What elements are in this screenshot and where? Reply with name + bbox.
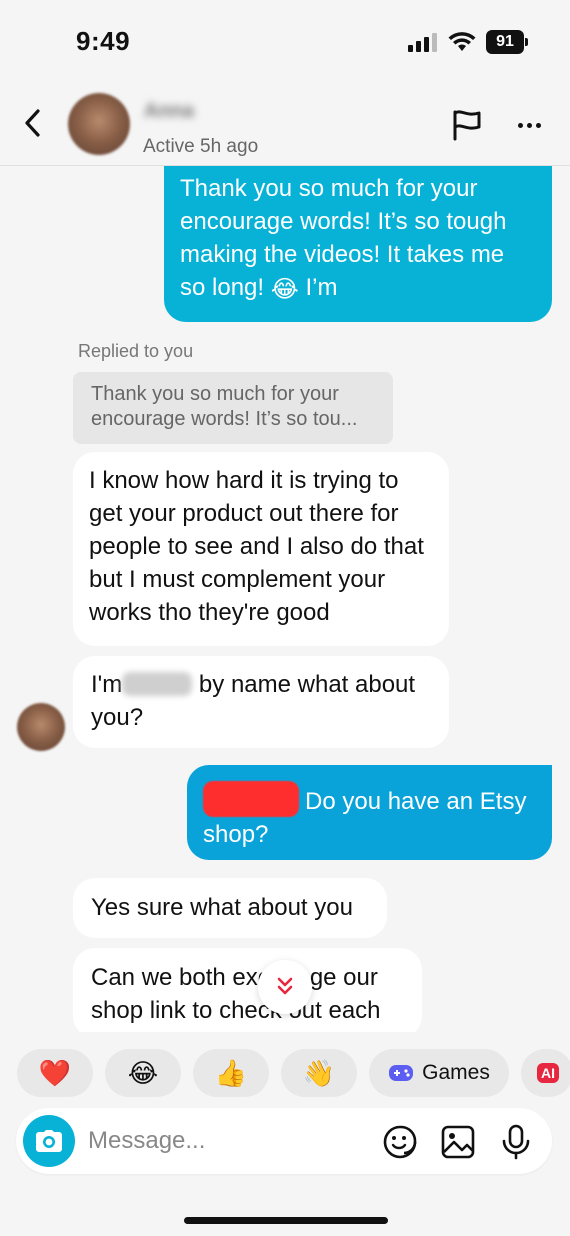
message-bubble-received[interactable]: I'm by name what about you? <box>73 656 449 748</box>
message-bubble-received[interactable]: Can we both exchange our shop link to ch… <box>73 948 422 1032</box>
message-bubble-received[interactable]: I know how hard it is trying to get your… <box>73 452 449 646</box>
thumbs-up-icon: 👍 <box>214 1057 248 1088</box>
sender-avatar[interactable] <box>17 703 65 751</box>
message-input[interactable] <box>88 1120 368 1162</box>
contact-status: Active 5h ago <box>143 136 259 157</box>
contact-name[interactable]: Anna <box>144 100 194 123</box>
sticker-button[interactable] <box>382 1124 418 1160</box>
chat-header: Anna Active 5h ago <box>0 80 570 166</box>
laughing-emoji-icon: 😂 <box>127 1057 159 1088</box>
ai-badge-icon: AI <box>537 1063 559 1083</box>
message-list[interactable]: Thank you so much for your encourage wor… <box>0 166 570 1032</box>
games-label: Games <box>422 1061 490 1084</box>
message-text: Yes sure what about you <box>91 894 353 921</box>
message-composer <box>16 1108 552 1174</box>
message-text: Can we both exchange our shop link to ch… <box>91 964 381 1024</box>
chevron-left-icon <box>25 109 40 137</box>
double-chevron-down-icon <box>277 977 293 995</box>
contact-avatar[interactable] <box>68 93 130 155</box>
message-text: I know how hard it is trying to get your… <box>89 467 424 626</box>
message-text: Thank you so much for your encourage wor… <box>180 175 507 301</box>
home-indicator <box>184 1217 388 1224</box>
status-icons: 91 <box>408 30 528 54</box>
battery-indicator: 91 <box>486 30 528 54</box>
gamepad-icon <box>389 1065 414 1081</box>
laughing-emoji-icon: 😂 <box>270 276 299 303</box>
flag-icon <box>453 110 481 141</box>
more-options-button[interactable] <box>512 110 546 140</box>
message-text: I'm <box>91 671 123 698</box>
cellular-signal-icon <box>408 33 437 52</box>
message-bubble-sent[interactable]: Thank you so much for your encourage wor… <box>164 166 552 322</box>
more-dot-icon <box>535 122 541 128</box>
ai-button[interactable]: AI <box>521 1049 570 1097</box>
quick-reactions-bar: ❤️ 😂 👍 👋 Games AI <box>17 1049 570 1097</box>
heart-icon: ❤️ <box>38 1057 72 1088</box>
message-bubble-sent[interactable]: Do you have an Etsy shop? <box>187 765 552 860</box>
message-text: I’m <box>305 274 338 301</box>
waving-hand-icon: 👋 <box>302 1057 336 1088</box>
more-dot-icon <box>526 122 532 128</box>
reaction-wave-button[interactable]: 👋 <box>281 1049 357 1097</box>
games-button[interactable]: Games <box>369 1049 509 1097</box>
more-dot-icon <box>517 122 523 128</box>
reaction-thumbs-up-button[interactable]: 👍 <box>193 1049 269 1097</box>
quoted-message[interactable]: Thank you so much for your encourage wor… <box>73 372 393 444</box>
redacted-name <box>122 672 193 696</box>
sticker-icon <box>383 1125 417 1159</box>
image-icon <box>441 1125 475 1159</box>
microphone-icon <box>502 1124 530 1160</box>
gallery-button[interactable] <box>440 1124 476 1160</box>
reaction-laugh-button[interactable]: 😂 <box>105 1049 181 1097</box>
redaction-mark <box>203 781 299 817</box>
reaction-heart-button[interactable]: ❤️ <box>17 1049 93 1097</box>
camera-button[interactable] <box>23 1115 75 1167</box>
report-button[interactable] <box>450 108 484 142</box>
wifi-icon <box>448 32 476 51</box>
back-button[interactable] <box>16 106 50 140</box>
camera-icon <box>36 1130 62 1152</box>
voice-message-button[interactable] <box>498 1124 534 1160</box>
scroll-to-bottom-button[interactable] <box>258 960 312 1014</box>
reply-label: Replied to you <box>78 341 194 361</box>
status-bar: 9:49 91 <box>0 0 570 80</box>
message-bubble-received[interactable]: Yes sure what about you <box>73 878 387 938</box>
status-time: 9:49 <box>76 26 131 56</box>
